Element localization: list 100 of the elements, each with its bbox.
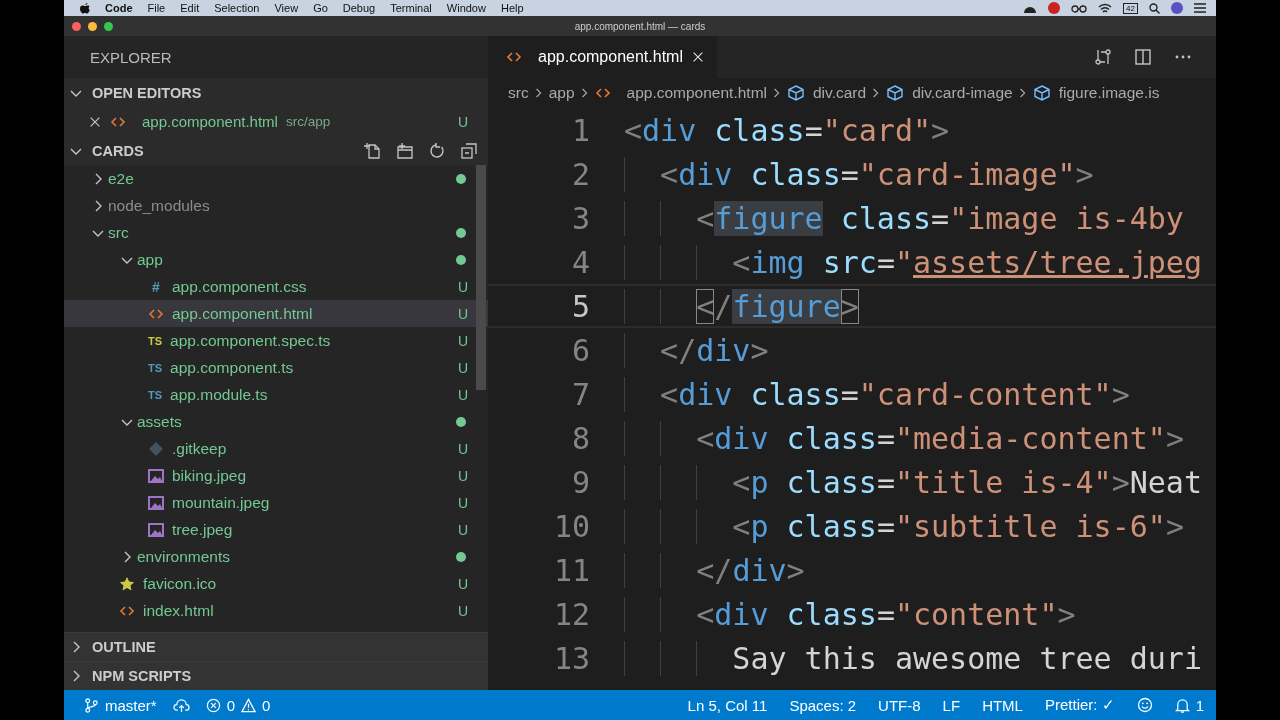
section-header[interactable]: CARDS <box>64 136 488 165</box>
cube-icon <box>886 84 905 102</box>
tree-item[interactable]: e2e <box>64 165 488 192</box>
list-icon[interactable] <box>1194 3 1206 13</box>
tree-item[interactable]: environments <box>64 543 488 570</box>
status-item[interactable]: Prettier: ✓ <box>1044 696 1115 714</box>
status-letter: U <box>457 440 468 457</box>
status-item[interactable]: Spaces: 2 <box>789 696 857 714</box>
line-number: 12 <box>552 596 590 632</box>
menu-item[interactable]: Help <box>500 2 524 14</box>
breadcrumb-item[interactable]: figure.image.is <box>1032 84 1160 102</box>
status-letter: U <box>457 386 468 403</box>
file-name: environments <box>137 547 231 566</box>
circle-icon[interactable] <box>1048 2 1061 14</box>
status-letter: U <box>457 575 468 592</box>
hash-icon: # <box>148 278 164 295</box>
status-letter: U <box>457 305 468 322</box>
line-number: 10 <box>552 508 590 544</box>
tree-item[interactable]: assets <box>64 408 488 435</box>
file-name: favicon.ico <box>143 574 217 593</box>
warning-icon <box>241 697 257 713</box>
file-path: src/app <box>285 114 331 129</box>
search-icon[interactable] <box>1149 2 1160 14</box>
file-name: index.html <box>143 601 214 620</box>
line-number: 8 <box>570 420 590 456</box>
open-editor-item[interactable]: app.component.html src/app U <box>64 107 488 136</box>
status-letter: U <box>457 332 468 349</box>
tree-item[interactable]: TS app.module.ts U <box>64 381 488 408</box>
cube-icon <box>1032 84 1051 102</box>
line-number: 3 <box>570 200 590 236</box>
close-button[interactable] <box>72 21 81 31</box>
image-icon <box>148 494 164 511</box>
file-name: node_modules <box>108 196 210 215</box>
branch-icon <box>84 697 99 713</box>
menu-item[interactable]: View <box>274 2 299 14</box>
breadcrumb-item[interactable]: src <box>508 84 529 102</box>
tree-item[interactable]: mountain.jpeg U <box>64 489 488 516</box>
menu-item[interactable]: Edit <box>180 2 200 14</box>
ts-icon: TS <box>148 386 163 403</box>
tree-item[interactable]: TS app.component.ts U <box>64 354 488 381</box>
apple-icon[interactable] <box>80 2 90 14</box>
status-item[interactable]: HTML <box>982 696 1023 714</box>
close-icon[interactable] <box>691 50 705 64</box>
status-letter: U <box>457 113 468 130</box>
tree-item[interactable]: src <box>64 219 488 246</box>
app-menu[interactable]: Code <box>105 2 133 14</box>
glasses-icon[interactable] <box>1071 3 1088 13</box>
tree-item[interactable]: tree.jpeg U <box>64 516 488 543</box>
minimize-button[interactable] <box>88 21 97 31</box>
problems-indicator[interactable]: 0 0 <box>205 696 271 714</box>
breadcrumb-item[interactable]: app.component.html <box>594 84 767 102</box>
tree-item[interactable]: app.component.html U <box>64 300 488 327</box>
chevron-icon <box>872 86 881 100</box>
editor-tab[interactable]: app.component.html <box>488 36 717 78</box>
status-item[interactable]: LF <box>942 696 961 714</box>
menu-item[interactable]: Debug <box>342 2 376 14</box>
split-editor-icon[interactable] <box>1134 48 1152 66</box>
file-name: app.component.html <box>142 113 278 130</box>
window-title: app.component.html — cards <box>574 20 706 32</box>
smiley-icon[interactable] <box>1136 697 1153 713</box>
tree-item[interactable]: app <box>64 246 488 273</box>
tree-item[interactable]: index.html U <box>64 597 488 624</box>
tree-item[interactable]: TS app.component.spec.ts U <box>64 327 488 354</box>
compare-icon[interactable] <box>1094 48 1112 66</box>
tree-item[interactable]: .gitkeep U <box>64 435 488 462</box>
breadcrumb-item[interactable]: div.card-image <box>886 84 1013 102</box>
cloud-upload-icon[interactable] <box>172 697 190 713</box>
refresh-icon[interactable] <box>428 141 446 160</box>
new-file-icon[interactable] <box>364 141 382 160</box>
zoom-button[interactable] <box>104 21 113 31</box>
section-header[interactable]: NPM SCRIPTS <box>64 661 488 690</box>
line-number: 2 <box>570 156 590 192</box>
tree-item[interactable]: favicon.ico U <box>64 570 488 597</box>
tree-item[interactable]: node_modules <box>64 192 488 219</box>
new-folder-icon[interactable] <box>396 141 414 160</box>
section-header[interactable]: OUTLINE <box>64 632 488 661</box>
breadcrumb-item[interactable]: div.card <box>787 84 867 102</box>
chevron-icon <box>534 86 543 100</box>
wifi-icon[interactable] <box>1098 2 1113 14</box>
line-number: 9 <box>570 464 590 500</box>
menu-item[interactable]: Go <box>313 2 328 14</box>
menu-item[interactable]: File <box>147 2 166 14</box>
status-item[interactable]: Ln 5, Col 11 <box>687 696 768 714</box>
menu-item[interactable]: Window <box>446 2 486 14</box>
menu-item[interactable]: Selection <box>214 2 260 14</box>
file-name: tree.jpeg <box>172 520 233 539</box>
scrollbar-thumb[interactable] <box>476 165 486 390</box>
collapse-all-icon[interactable] <box>460 141 478 160</box>
star-icon <box>119 575 135 592</box>
status-item[interactable]: UTF-8 <box>878 696 921 714</box>
battery-level[interactable]: 42 <box>1123 2 1138 14</box>
menu-item[interactable]: Terminal <box>390 2 432 14</box>
line-number: 5 <box>570 288 590 324</box>
tree-item[interactable]: # app.component.css U <box>64 273 488 300</box>
orb-icon[interactable] <box>1171 2 1183 14</box>
branch-indicator[interactable]: master* <box>84 696 157 714</box>
breadcrumb-item[interactable]: app <box>548 84 575 102</box>
notifications-indicator[interactable]: 1 <box>1174 696 1204 714</box>
section-header[interactable]: OPEN EDITORS <box>64 78 488 107</box>
tree-item[interactable]: biking.jpeg U <box>64 462 488 489</box>
